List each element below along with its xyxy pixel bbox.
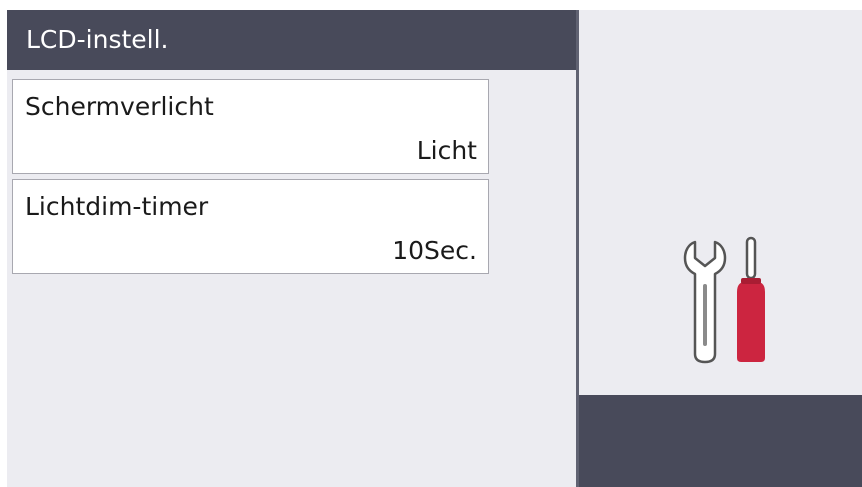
menu-item-lichtdim-timer[interactable]: Lichtdim-timer 10Sec. [12, 179, 489, 274]
menu-item-value: 10Sec. [392, 236, 477, 265]
side-panel [579, 10, 862, 395]
menu-item-label: Lichtdim-timer [25, 192, 209, 221]
tools-icon [683, 236, 765, 364]
page-title: LCD-instell. [26, 25, 169, 54]
menu-item-label: Schermverlicht [25, 92, 214, 121]
lcd-screen: LCD-instell. Schermverlicht Licht Lichtd… [7, 10, 862, 487]
menu-item-value: Licht [416, 136, 477, 165]
footer-bar [579, 395, 862, 487]
header-bar: LCD-instell. [7, 10, 576, 70]
menu-item-schermverlicht[interactable]: Schermverlicht Licht [12, 79, 489, 174]
